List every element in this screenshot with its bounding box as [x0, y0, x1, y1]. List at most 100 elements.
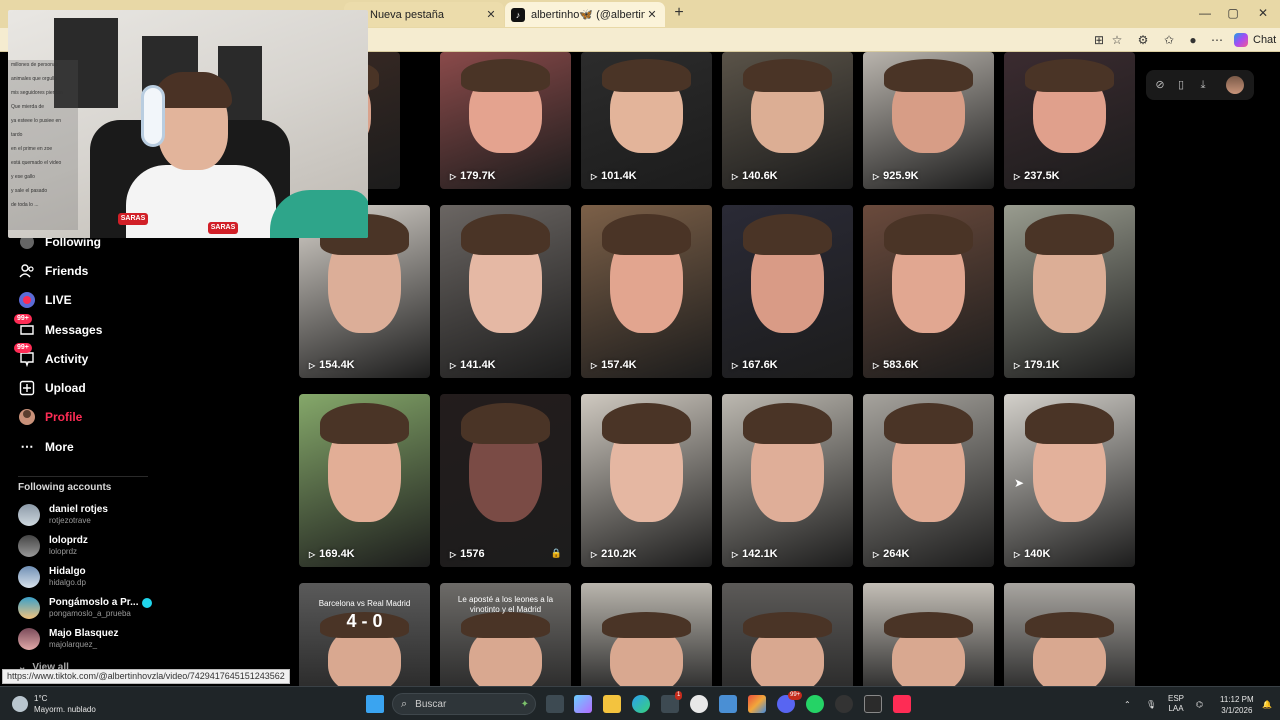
notification-bell-icon[interactable]: 🔔	[1262, 687, 1272, 720]
account-name: Majo Blasquez	[49, 628, 119, 639]
sidebar-item-messages[interactable]: 99+ Messages	[14, 314, 103, 341]
view-count: ▷ 141.4K	[450, 359, 496, 371]
video-card[interactable]: ▷ 157.4K	[581, 205, 712, 378]
maximize-button[interactable]: ▢	[1218, 4, 1248, 22]
video-card[interactable]: ▷ 142.1K	[722, 394, 853, 567]
following-account[interactable]: Pongámoslo a Pr... pongamoslo_a_prueba	[18, 594, 153, 622]
ghost-app-icon[interactable]	[690, 695, 708, 713]
headset-icon	[141, 85, 165, 147]
view-count-value: 237.5K	[1024, 170, 1060, 182]
whatsapp-icon[interactable]	[806, 695, 824, 713]
compass-icon[interactable]: ⊘	[1152, 77, 1168, 93]
play-icon: ▷	[873, 171, 880, 181]
following-account[interactable]: Hidalgo hidalgo.dp	[18, 563, 86, 591]
tray-chevron-icon[interactable]: ⌃	[1124, 687, 1131, 720]
windows-start-icon[interactable]	[366, 695, 384, 713]
video-card[interactable]	[1004, 583, 1135, 686]
video-card[interactable]: ▷ 167.6K	[722, 205, 853, 378]
minimize-button[interactable]: —	[1190, 4, 1220, 22]
chat-message: en el prime en zoe	[11, 146, 53, 152]
upload-icon	[18, 379, 36, 397]
window-close-button[interactable]: ✕	[1248, 4, 1278, 22]
chatgpt-icon[interactable]	[835, 695, 853, 713]
close-icon[interactable]: ✕	[645, 8, 659, 21]
shirt-logo: SARAS	[208, 222, 238, 234]
menu-icon[interactable]: ⋯	[1208, 31, 1226, 49]
video-card[interactable]: ▷ 169.4K	[299, 394, 430, 567]
epic-games-icon[interactable]	[864, 695, 882, 713]
video-card[interactable]: ▷ 179.1K	[1004, 205, 1135, 378]
sidebar-item-activity[interactable]: 99+ Activity	[14, 343, 88, 370]
weather-widget[interactable]: 1°C Mayorm. nublado	[12, 693, 96, 715]
thumbnail-hair	[601, 213, 692, 256]
video-card[interactable]: ▷ 141.4K	[440, 205, 571, 378]
sidebar-item-profile[interactable]: Profile	[18, 406, 82, 428]
close-icon[interactable]: ✕	[484, 8, 498, 21]
notification-badge: 99+	[14, 314, 32, 324]
taskbar-search[interactable]: ⌕ Buscar ✦	[392, 693, 536, 715]
video-card[interactable]	[722, 583, 853, 686]
tiktok-icon: ♪	[511, 7, 525, 22]
sidebar-item-label: Upload	[45, 381, 86, 395]
office-icon[interactable]	[748, 695, 766, 713]
clock[interactable]: 11:12 PM 3/1/2026	[1220, 694, 1254, 716]
video-card[interactable]: ▷ 179.7K	[440, 52, 571, 189]
video-card[interactable]	[581, 583, 712, 686]
download-icon[interactable]: ⤓	[1195, 77, 1211, 93]
edge-icon[interactable]	[632, 695, 650, 713]
sidebar-item-live[interactable]: LIVE	[18, 289, 72, 311]
video-card[interactable]: ▷ 140.6K	[722, 52, 853, 189]
video-card[interactable]: ▷ 101.4K	[581, 52, 712, 189]
avatar[interactable]	[1226, 76, 1244, 94]
mail-icon[interactable]	[719, 695, 737, 713]
video-card[interactable]: Barcelona vs Real Madrid 4 - 0	[299, 583, 430, 686]
following-account[interactable]: Majo Blasquez majolarquez_	[18, 625, 118, 653]
profile-icon[interactable]: ●	[1184, 31, 1202, 49]
video-card[interactable]: ▷ 1576 🔒	[440, 394, 571, 567]
sidebar-item-label: Messages	[45, 323, 103, 337]
video-card[interactable]: ▷ 264K	[863, 394, 994, 567]
microphone-icon[interactable]: 🎙	[1146, 687, 1156, 720]
tab-tiktok-profile[interactable]: ♪ albertinho🦋 (@albertinhovzla) | T ✕	[505, 2, 665, 27]
view-count: ▷ 169.4K	[309, 548, 355, 560]
thumbnail-hair	[460, 402, 551, 445]
file-explorer-icon[interactable]	[603, 695, 621, 713]
search-highlight-icon: ✦	[520, 698, 529, 710]
sidebar-item-upload[interactable]: Upload	[18, 377, 86, 399]
thumbnail-hair	[460, 611, 551, 638]
video-card[interactable]: ▷ 237.5K	[1004, 52, 1135, 189]
tab-new-tab[interactable]: ▫ Nueva pestaña ✕	[344, 2, 504, 27]
wifi-icon[interactable]: ⌬	[1196, 687, 1203, 720]
sidebar-item-more[interactable]: ⋯ More	[18, 436, 74, 458]
favorite-star-icon[interactable]: ☆	[1108, 31, 1126, 49]
account-handle: loloprdz	[49, 547, 78, 556]
shirt-logo: SARAS	[118, 213, 148, 225]
tiktok-icon[interactable]	[893, 695, 911, 713]
following-account[interactable]: daniel rotjes rotjezotrave	[18, 501, 108, 529]
view-count: ▷ 179.1K	[1014, 359, 1060, 371]
video-card[interactable]: Le aposté a los leones a la vinotinto y …	[440, 583, 571, 686]
task-view-icon[interactable]	[546, 695, 564, 713]
language-indicator[interactable]: ESP LAA	[1168, 687, 1184, 720]
favorites-icon[interactable]: ✩	[1160, 31, 1178, 49]
weather-temp: 1°C	[34, 694, 48, 703]
thumbnail-hair	[1024, 611, 1115, 638]
sidebar-item-friends[interactable]: Friends	[18, 260, 88, 282]
device-icon[interactable]: ▯	[1173, 77, 1189, 93]
video-card[interactable]	[863, 583, 994, 686]
app-available-icon[interactable]: ⊞	[1090, 31, 1108, 49]
extensions-icon[interactable]: ⚙	[1134, 31, 1152, 49]
video-card[interactable]: ▷ 210.2K	[581, 394, 712, 567]
notification-badge: 99+	[14, 343, 32, 353]
play-icon: ▷	[1014, 171, 1021, 181]
view-count-value: 167.6K	[742, 359, 778, 371]
video-card[interactable]: ▷ 925.9K	[863, 52, 994, 189]
new-tab-button[interactable]: +	[670, 4, 688, 22]
view-count: ▷ 179.7K	[450, 170, 496, 182]
copilot-icon[interactable]	[574, 695, 592, 713]
copilot-chat-button[interactable]: Chat	[1234, 31, 1276, 49]
following-account[interactable]: loloprdz loloprdz	[18, 532, 88, 560]
avatar	[18, 535, 40, 557]
video-card[interactable]: ▷ 583.6K	[863, 205, 994, 378]
live-icon	[18, 291, 36, 309]
